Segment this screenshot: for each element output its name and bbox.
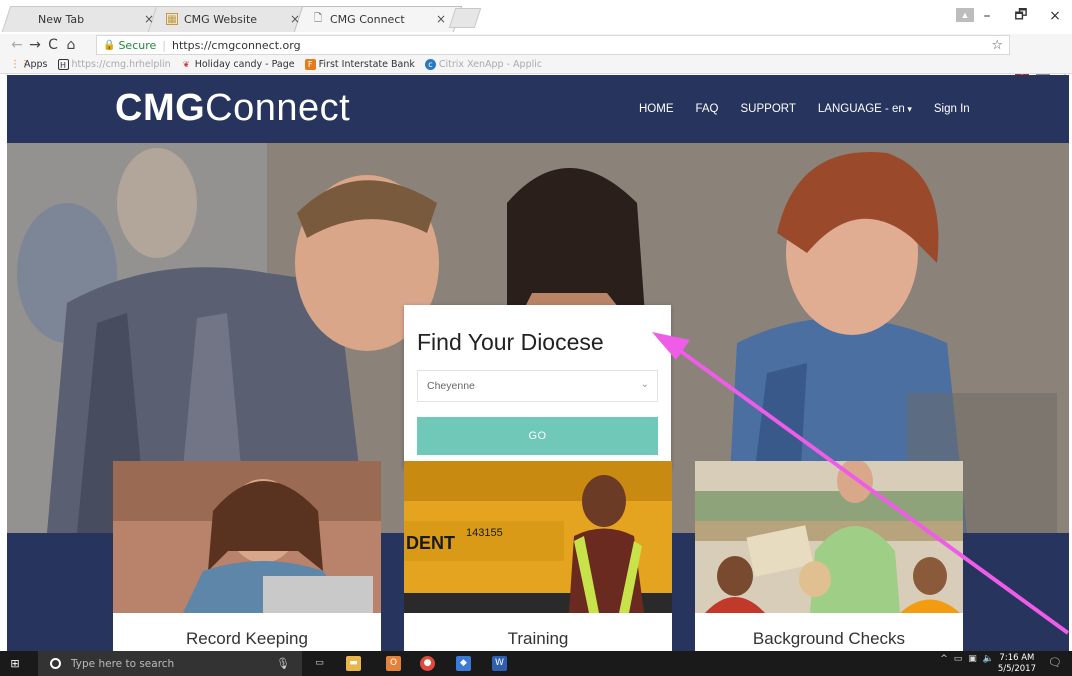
separator: | xyxy=(162,38,166,52)
nav-sign-in[interactable]: Sign In xyxy=(934,103,970,115)
windows-start-icon[interactable]: ⊞ xyxy=(0,657,30,670)
bookmark-label: https://cmg.hrhelplin xyxy=(71,59,171,70)
card-label: Background Checks xyxy=(752,629,906,648)
volume-icon[interactable]: 🔈 xyxy=(983,654,994,664)
bookmark-star-icon[interactable]: ☆ xyxy=(991,38,1003,53)
citrix-favicon-icon: c xyxy=(424,59,436,70)
card-label: Training xyxy=(507,629,569,648)
tab-title: CMG Connect xyxy=(330,12,405,26)
h-favicon-icon: H xyxy=(57,59,69,70)
home-icon[interactable]: ⌂ xyxy=(62,37,80,53)
clock-date: 5/5/2017 xyxy=(997,664,1036,674)
nav-language-dropdown[interactable]: LANGUAGE - en xyxy=(818,103,912,115)
chrome-icon[interactable]: ● xyxy=(420,656,435,671)
taskbar-clock[interactable]: 7:16 AM 5/5/2017 xyxy=(998,653,1036,675)
close-icon[interactable]: × xyxy=(142,12,156,26)
background-checks-photo xyxy=(695,461,963,613)
outlook-icon[interactable]: O xyxy=(386,656,401,671)
find-diocese-panel: Find Your Diocese Cheyenne ⌄ GO xyxy=(404,305,671,469)
main-nav: HOME FAQ SUPPORT LANGUAGE - en Sign In xyxy=(639,103,992,115)
browser-toolbar: ← → C ⌂ 🔒 Secure | https://cmgconnect.or… xyxy=(0,34,1072,85)
back-icon[interactable]: ← xyxy=(8,37,26,53)
logo-bold: CMG xyxy=(115,87,206,129)
notification-icon[interactable]: 🗨 xyxy=(1048,656,1062,669)
minimize-icon[interactable]: – xyxy=(970,8,1004,24)
training-photo: DENT 143155 xyxy=(404,461,672,613)
svg-text:143155: 143155 xyxy=(466,527,503,539)
record-keeping-photo xyxy=(113,461,381,613)
restore-icon[interactable]: 🗗 xyxy=(1004,4,1038,28)
nav-home[interactable]: HOME xyxy=(639,103,674,115)
finder-title: Find Your Diocese xyxy=(417,329,604,355)
address-bar[interactable]: 🔒 Secure | https://cmgconnect.org ☆ xyxy=(96,35,1010,55)
logo-light: Connect xyxy=(205,87,351,129)
tab-new-tab[interactable]: New Tab × xyxy=(1,6,171,32)
close-window-icon[interactable]: × xyxy=(1038,8,1072,24)
reload-icon[interactable]: C xyxy=(44,37,62,53)
bookmark-hrhelpline[interactable]: H https://cmg.hrhelplin xyxy=(57,59,171,70)
file-explorer-icon[interactable]: ▬ xyxy=(346,656,361,671)
card-training[interactable]: DENT 143155 Training xyxy=(404,461,672,651)
chevron-up-icon[interactable]: ^ xyxy=(940,654,948,664)
grid-favicon-icon: ▦ xyxy=(166,13,178,25)
search-placeholder: Type here to search xyxy=(71,657,175,670)
taskbar-search[interactable]: Type here to search 🎙 xyxy=(38,651,302,676)
card-background-checks[interactable]: Background Checks xyxy=(695,461,963,651)
new-tab-button[interactable] xyxy=(448,8,482,28)
apps-grid-icon: ⋮⋮ xyxy=(10,59,30,70)
tab-cmg-connect[interactable]: 🗋 CMG Connect × xyxy=(293,6,463,32)
diocese-selected-value: Cheyenne xyxy=(427,380,475,392)
tab-cmg-website[interactable]: ▦ CMG Website × xyxy=(147,6,317,32)
tab-title: CMG Website xyxy=(184,12,258,26)
forward-icon[interactable]: → xyxy=(26,37,44,53)
card-label: Record Keeping xyxy=(186,629,308,648)
bookmark-first-interstate[interactable]: F First Interstate Bank xyxy=(304,59,415,70)
bookmark-apps[interactable]: ⋮⋮ Apps xyxy=(10,59,48,70)
tab-title: New Tab xyxy=(38,12,85,26)
window-controls: – 🗗 × xyxy=(970,0,1072,32)
nav-faq[interactable]: FAQ xyxy=(696,103,719,115)
app-icon[interactable]: ◆ xyxy=(456,656,471,671)
webpage: CMGConnect HOME FAQ SUPPORT LANGUAGE - e… xyxy=(7,75,1069,651)
word-icon[interactable]: W xyxy=(492,656,507,671)
bookmark-holiday-candy[interactable]: ❦ Holiday candy - Page xyxy=(181,59,295,70)
close-icon[interactable]: × xyxy=(288,12,302,26)
bookmark-label: Citrix XenApp - Applic xyxy=(438,59,543,70)
browser-tabstrip: New Tab × ▦ CMG Website × 🗋 CMG Connect … xyxy=(0,0,1072,34)
bookmarks-bar: ⋮⋮ Apps H https://cmg.hrhelplin ❦ Holida… xyxy=(0,56,1072,74)
network-icon[interactable]: ▣ xyxy=(968,654,977,664)
card-record-keeping[interactable]: Record Keeping xyxy=(113,461,381,651)
go-button[interactable]: GO xyxy=(417,417,658,455)
url-text: https://cmgconnect.org xyxy=(172,38,301,52)
blank-tab-icon xyxy=(20,13,32,25)
close-icon[interactable]: × xyxy=(434,12,448,26)
bookmark-label: Apps xyxy=(24,59,48,70)
task-view-icon[interactable]: ▭ xyxy=(312,656,327,671)
secure-label: Secure xyxy=(118,38,157,52)
microphone-icon[interactable]: 🎙 xyxy=(276,657,290,670)
cortana-icon xyxy=(50,658,61,669)
diocese-select[interactable]: Cheyenne ⌄ xyxy=(417,370,658,402)
candy-favicon-icon: ❦ xyxy=(182,60,190,69)
site-header: CMGConnect HOME FAQ SUPPORT LANGUAGE - e… xyxy=(7,75,1069,143)
bookmark-citrix[interactable]: c Citrix XenApp - Applic xyxy=(424,59,543,70)
bank-favicon-icon: F xyxy=(304,59,316,70)
bookmark-label: First Interstate Bank xyxy=(318,59,415,70)
svg-text:DENT: DENT xyxy=(406,533,455,553)
battery-icon[interactable]: ▭ xyxy=(954,654,963,664)
lock-icon: 🔒 xyxy=(103,39,116,51)
bookmark-label: Holiday candy - Page xyxy=(194,59,295,70)
nav-support[interactable]: SUPPORT xyxy=(741,103,796,115)
page-favicon-icon: 🗋 xyxy=(313,12,323,24)
clock-time: 7:16 AM xyxy=(999,653,1035,663)
windows-taskbar: ⊞ Type here to search 🎙 ▭ ▬ O ● ◆ W ^ ▭ … xyxy=(0,651,1072,676)
site-logo[interactable]: CMGConnect xyxy=(115,87,350,130)
chevron-down-icon: ⌄ xyxy=(640,379,649,390)
